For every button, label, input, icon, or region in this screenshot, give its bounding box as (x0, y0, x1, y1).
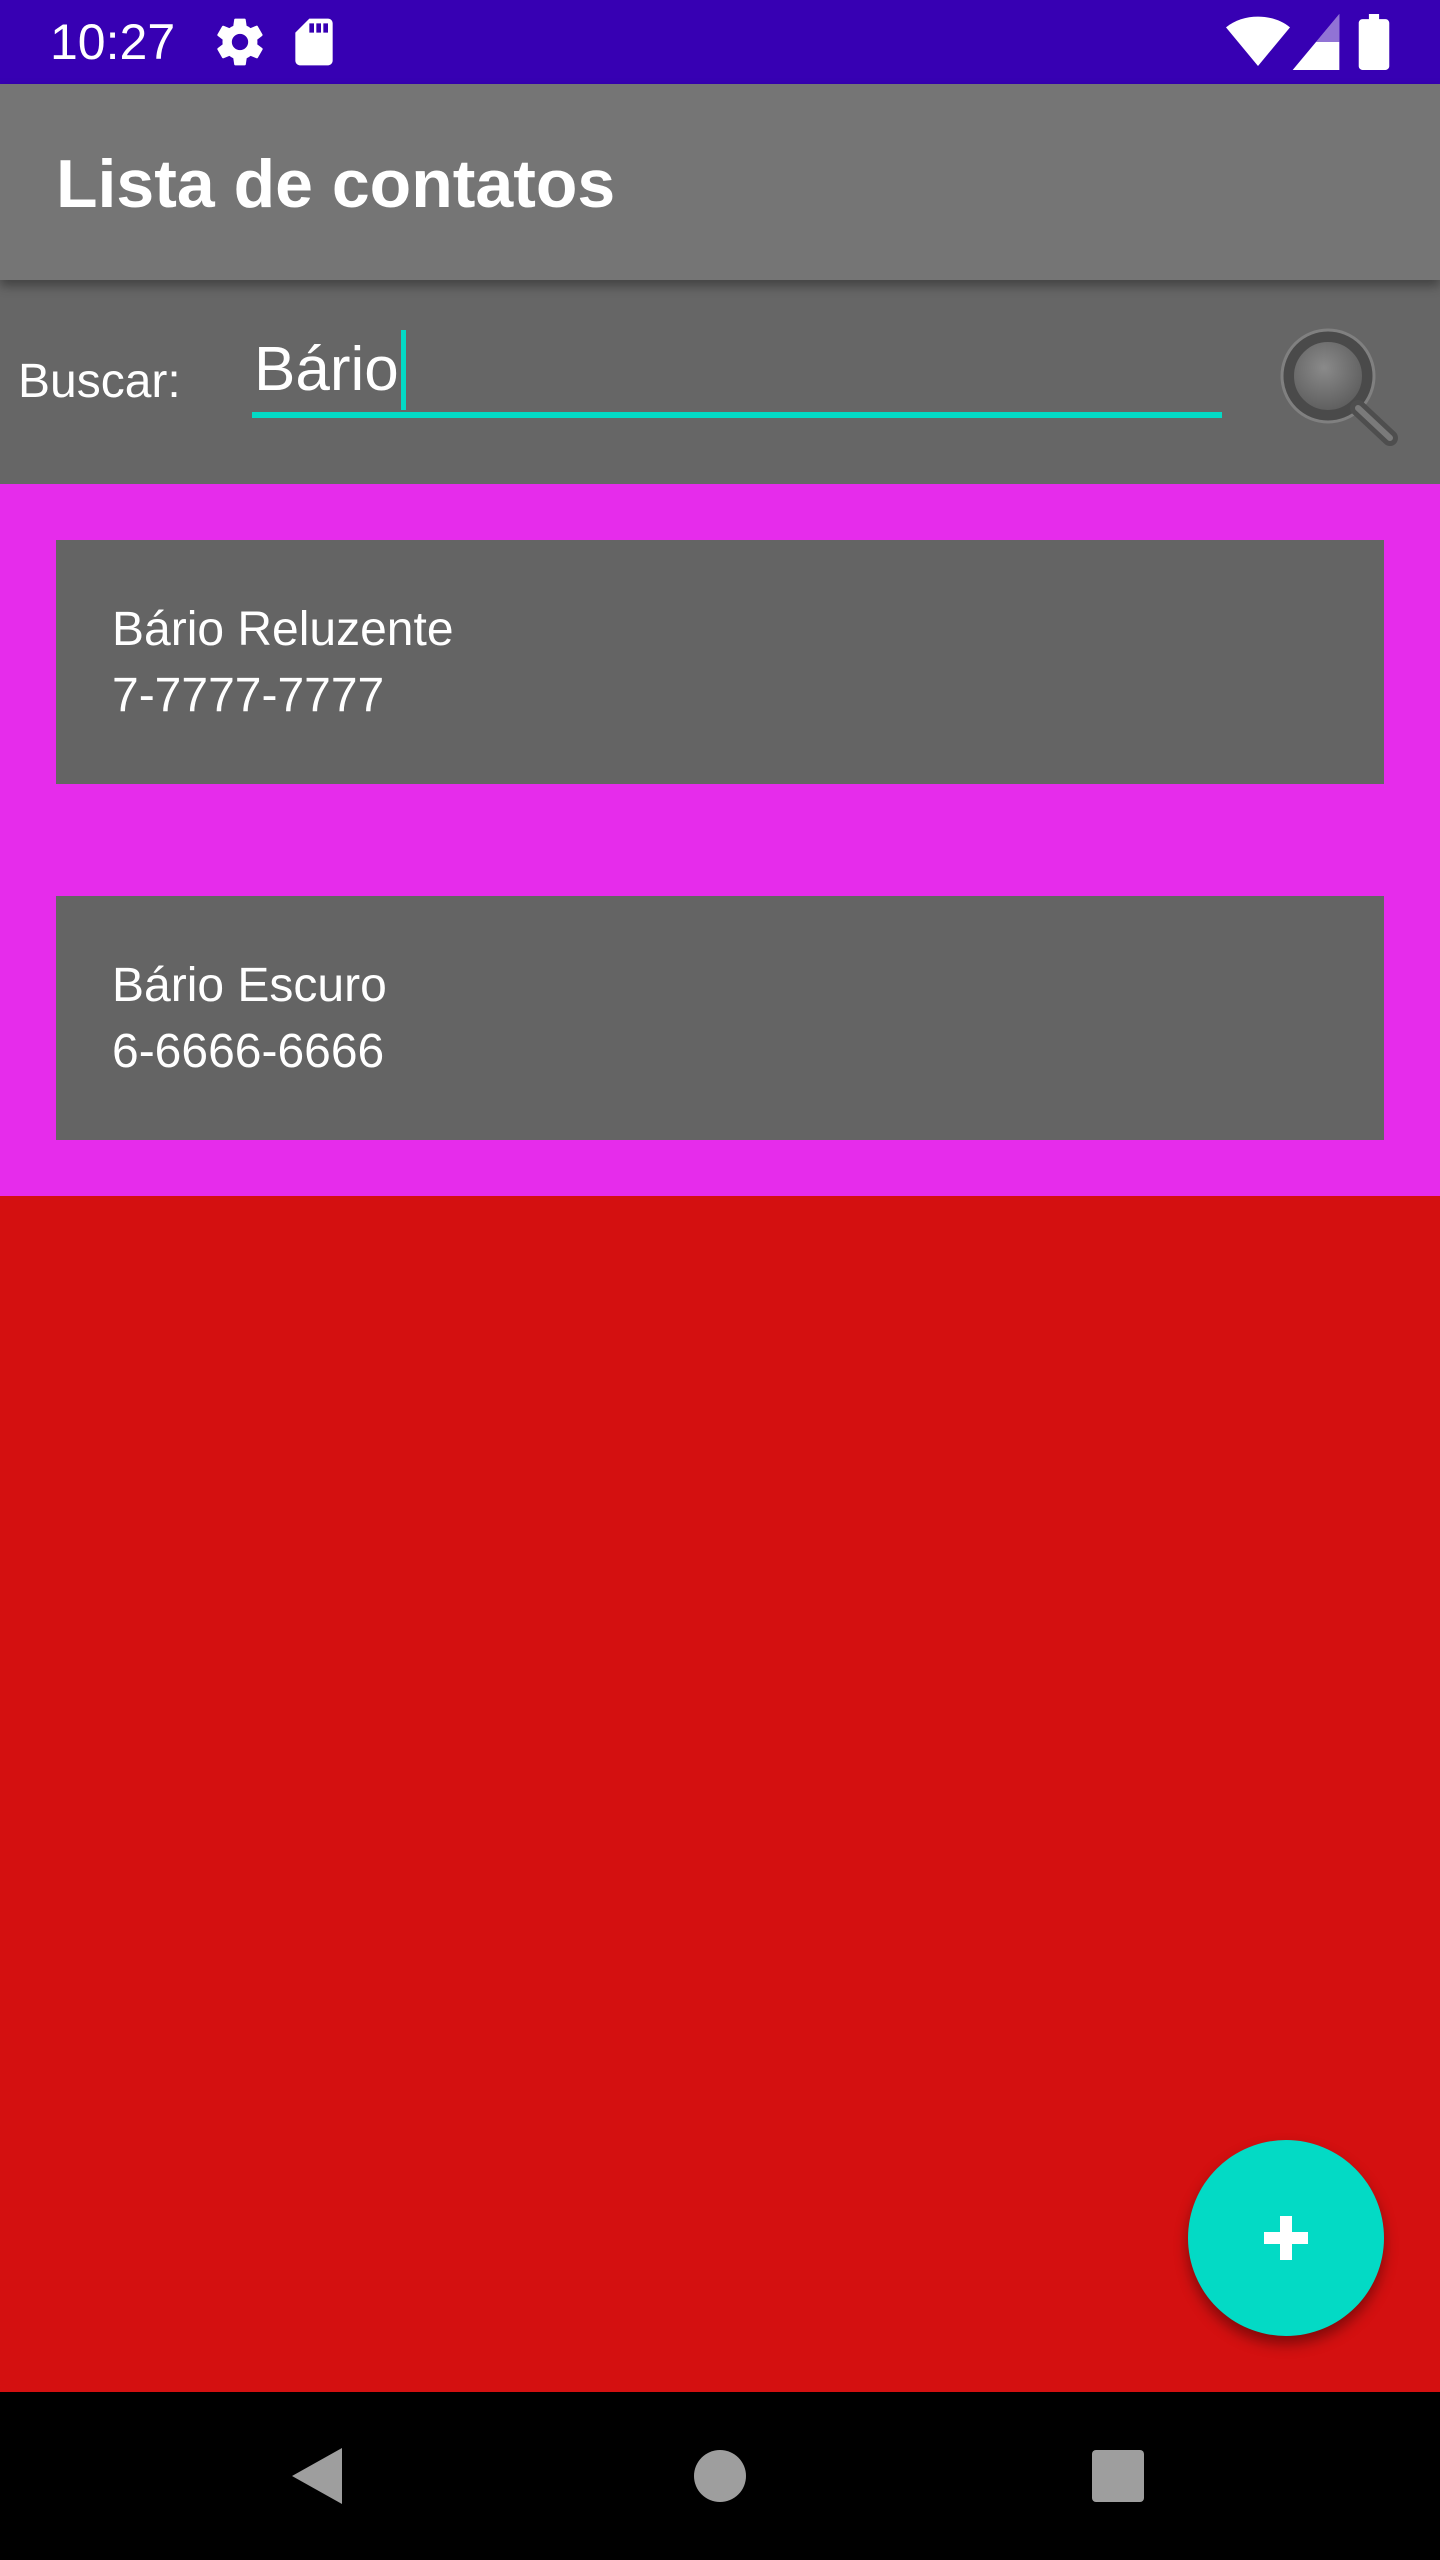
contact-phone: 7-7777-7777 (112, 669, 385, 722)
status-bar: 10:27 (0, 0, 1440, 84)
wifi-icon (1226, 14, 1290, 75)
contact-name: Bário Escuro (112, 959, 387, 1012)
recents-icon (1092, 2450, 1144, 2502)
search-input[interactable]: Bário (252, 330, 1222, 418)
app-screen: 10:27 Lista de contatos Buscar: Bário Bá… (0, 0, 1440, 2560)
signal-icon (1292, 14, 1340, 75)
app-bar: Lista de contatos (0, 84, 1440, 280)
back-button[interactable] (278, 2436, 358, 2516)
contact-phone: 6-6666-6666 (112, 1025, 385, 1078)
search-label: Buscar: (18, 355, 181, 408)
list-item[interactable]: Bário Reluzente 7-7777-7777 (56, 540, 1384, 784)
list-item[interactable]: Bário Escuro 6-6666-6666 (56, 896, 1384, 1140)
page-title: Lista de contatos (56, 146, 616, 222)
home-button[interactable] (680, 2436, 760, 2516)
search-button[interactable] (1266, 314, 1406, 454)
search-icon (1280, 328, 1398, 446)
search-input-value[interactable]: Bário (254, 330, 406, 410)
search-input-text: Bário (254, 335, 399, 404)
add-icon (1264, 2216, 1308, 2260)
search-bar: Buscar: Bário (0, 280, 1440, 484)
back-icon (292, 2448, 342, 2504)
battery-icon (1358, 14, 1390, 75)
recents-button[interactable] (1078, 2436, 1158, 2516)
gear-icon (212, 14, 268, 75)
add-contact-button[interactable] (1188, 2140, 1384, 2336)
text-cursor (400, 330, 406, 410)
contact-list: Bário Reluzente 7-7777-7777 Bário Escuro… (0, 484, 1440, 1196)
sd-card-icon (286, 14, 342, 75)
contact-name: Bário Reluzente (112, 603, 454, 656)
home-icon (694, 2450, 746, 2502)
navigation-bar (0, 2392, 1440, 2560)
status-time: 10:27 (50, 14, 176, 70)
